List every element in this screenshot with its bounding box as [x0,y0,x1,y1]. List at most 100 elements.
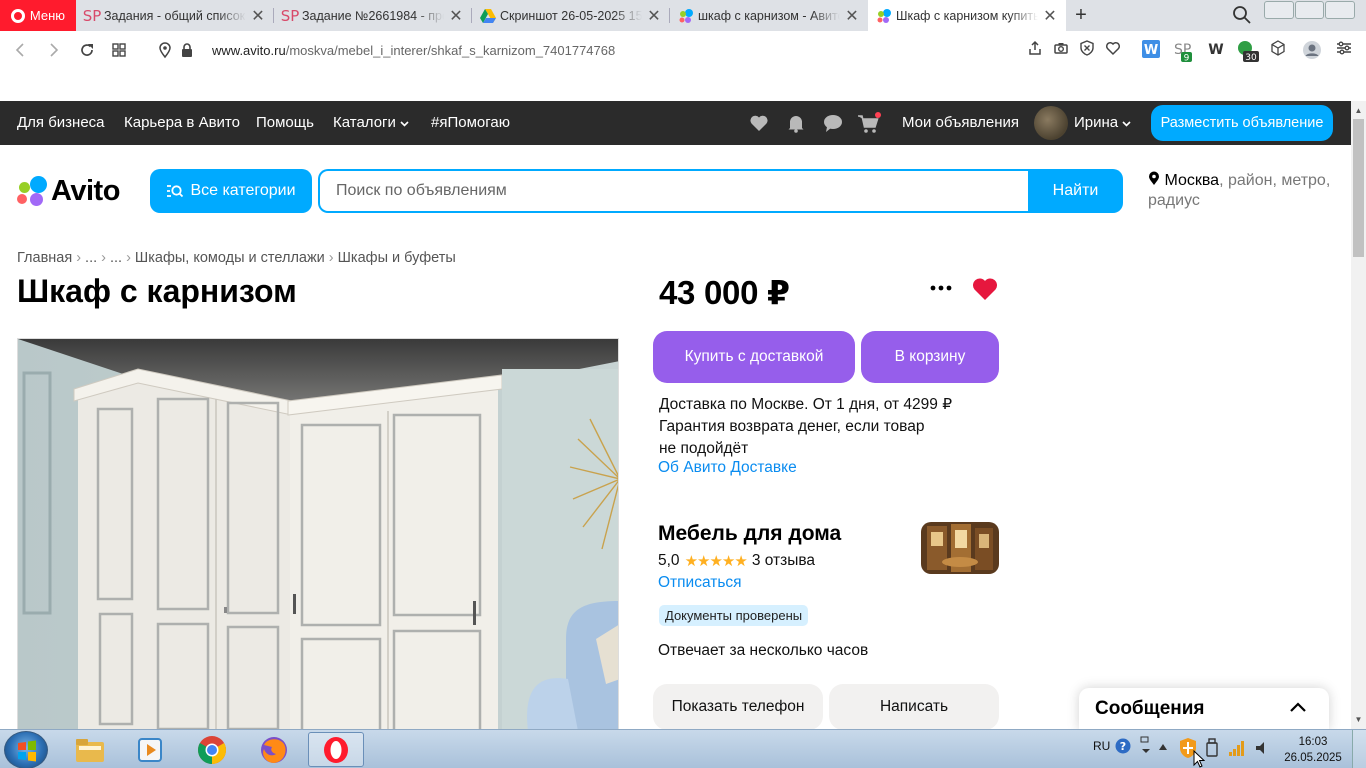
bookmark-heart-icon[interactable] [1103,40,1123,60]
forward-icon[interactable] [44,41,62,59]
opera-menu-button[interactable]: Меню [0,0,76,31]
easy-setup-icon[interactable] [1334,40,1354,60]
clock-time: 16:03 [1298,736,1328,748]
breadcrumb-separator-icon: › [101,250,106,266]
post-ad-button[interactable]: Разместить объявление [1151,105,1333,141]
camera-icon[interactable] [1051,40,1071,60]
cube-extension-icon[interactable] [1268,40,1288,60]
scroll-down-icon[interactable]: ▼ [1351,712,1366,727]
google-drive-favicon-icon [480,8,496,24]
tab-search-icon[interactable] [1232,5,1252,25]
write-message-button[interactable]: Написать [829,684,999,730]
scrollbar-thumb[interactable] [1353,119,1364,257]
minimize-button[interactable] [1264,1,1294,19]
url-text[interactable]: www.avito.ru/moskva/mebel_i_interer/shka… [212,43,615,58]
cart-icon[interactable] [857,112,883,134]
product-photo[interactable] [17,338,619,730]
all-categories-button[interactable]: Все категории [150,169,312,213]
maximize-button[interactable] [1294,1,1325,19]
browser-tab[interactable]: SP Задания - общий список з ✕ [76,0,274,31]
breadcrumb-separator-icon: › [76,250,82,266]
link-catalogs[interactable]: Каталоги [333,114,409,131]
find-button[interactable]: Найти [1028,169,1123,213]
messages-panel[interactable]: Сообщения [1079,688,1329,730]
avito-delivery-link[interactable]: Об Авито Доставке [658,459,797,477]
link-for-business[interactable]: Для бизнеса [17,114,105,131]
close-window-button[interactable] [1325,1,1356,19]
opera-icon [324,736,348,763]
location-selector[interactable]: Москва, район, метро, радиус [1148,171,1338,211]
chevron-up-icon[interactable] [1289,700,1307,714]
tab-close-icon[interactable]: ✕ [1042,6,1058,26]
browser-tab-active[interactable]: Шкаф с карнизом купить в ✕ [868,0,1066,31]
show-hidden-icons-icon[interactable] [1158,743,1168,751]
start-button[interactable] [4,731,48,768]
avito-logo[interactable]: Avito [17,175,120,207]
tab-close-icon[interactable]: ✕ [646,6,662,26]
network-signal-icon[interactable] [1228,739,1246,757]
show-desktop-button[interactable] [1352,730,1366,768]
breadcrumb-item[interactable]: ... [110,250,122,266]
lock-icon[interactable] [178,41,196,59]
avito-logo-dots-icon [17,176,47,206]
taskbar-chrome[interactable] [184,732,240,767]
system-clock[interactable]: 16:03 26.05.2025 [1280,734,1346,766]
seller-avatar[interactable] [921,522,999,574]
browser-tab[interactable]: SP Задание №2661984 - прос ✕ [274,0,472,31]
my-ads-link[interactable]: Мои объявления [902,114,1019,131]
location-pin-icon[interactable] [156,41,174,59]
taskbar-explorer[interactable] [62,732,118,767]
link-careers[interactable]: Карьера в Авито [124,114,240,131]
more-options-icon[interactable] [928,280,954,296]
tab-close-icon[interactable]: ✕ [250,6,266,26]
link-help[interactable]: Помощь [256,114,314,131]
favorite-heart-icon[interactable] [971,276,999,302]
scroll-up-icon[interactable]: ▲ [1351,103,1366,118]
buy-with-delivery-button[interactable]: Купить с доставкой [653,331,855,383]
tab-close-icon[interactable]: ✕ [448,6,464,26]
browser-tab[interactable]: шкаф с карнизом - Авито ✕ [670,0,868,31]
logo-text: Avito [51,174,120,207]
new-tab-button[interactable]: + [1066,0,1096,31]
profile-icon[interactable] [1302,40,1322,60]
opera-logo-icon [10,8,25,23]
unsubscribe-link[interactable]: Отписаться [658,574,742,592]
w-extension-icon[interactable]: W [1141,40,1161,60]
speed-dial-icon[interactable] [110,41,128,59]
messages-chat-icon[interactable] [822,112,844,134]
notifications-bell-icon[interactable] [785,112,807,134]
page-scrollbar[interactable]: ▲ ▼ [1351,101,1366,729]
favorites-heart-icon[interactable] [748,112,770,134]
usb-device-icon[interactable] [1204,738,1220,758]
green-extension-icon[interactable]: 30 [1236,40,1259,63]
breadcrumb-item[interactable]: Главная [17,250,72,266]
taskbar-media-player[interactable] [122,732,178,767]
adblock-icon[interactable] [1077,40,1097,60]
keyboard-layout-icon[interactable] [1140,736,1152,756]
tab-close-icon[interactable]: ✕ [844,6,860,26]
seller-name[interactable]: Мебель для дома [658,522,841,546]
breadcrumb-item[interactable]: ... [85,250,97,266]
volume-icon[interactable] [1254,740,1270,756]
breadcrumb-item[interactable]: Шкафы и буфеты [338,250,456,266]
w-dark-extension-icon[interactable]: W [1206,40,1226,60]
show-phone-button[interactable]: Показать телефон [653,684,823,730]
add-to-cart-button[interactable]: В корзину [861,331,999,383]
link-ya-pomogayu[interactable]: #яПомогаю [431,114,510,131]
user-menu[interactable]: Ирина [1074,114,1131,131]
reviews-link[interactable]: 3 отзыва [752,552,815,570]
reload-icon[interactable] [78,41,96,59]
taskbar-firefox[interactable] [246,732,302,767]
language-indicator[interactable]: RU [1093,739,1110,753]
breadcrumb-item[interactable]: Шкафы, комоды и стеллажи [135,250,325,266]
browser-tab[interactable]: Скриншот 26-05-2025 152 ✕ [472,0,670,31]
search-input[interactable] [320,171,1028,211]
taskbar-opera[interactable] [308,732,364,767]
chevron-down-icon [400,121,409,127]
sp-extension-icon[interactable]: SP 9 [1173,40,1193,64]
back-icon[interactable] [12,41,30,59]
avatar[interactable] [1034,106,1068,140]
share-icon[interactable] [1025,40,1045,60]
green-badge-count: 30 [1245,53,1257,63]
help-icon[interactable]: ? [1115,738,1131,754]
